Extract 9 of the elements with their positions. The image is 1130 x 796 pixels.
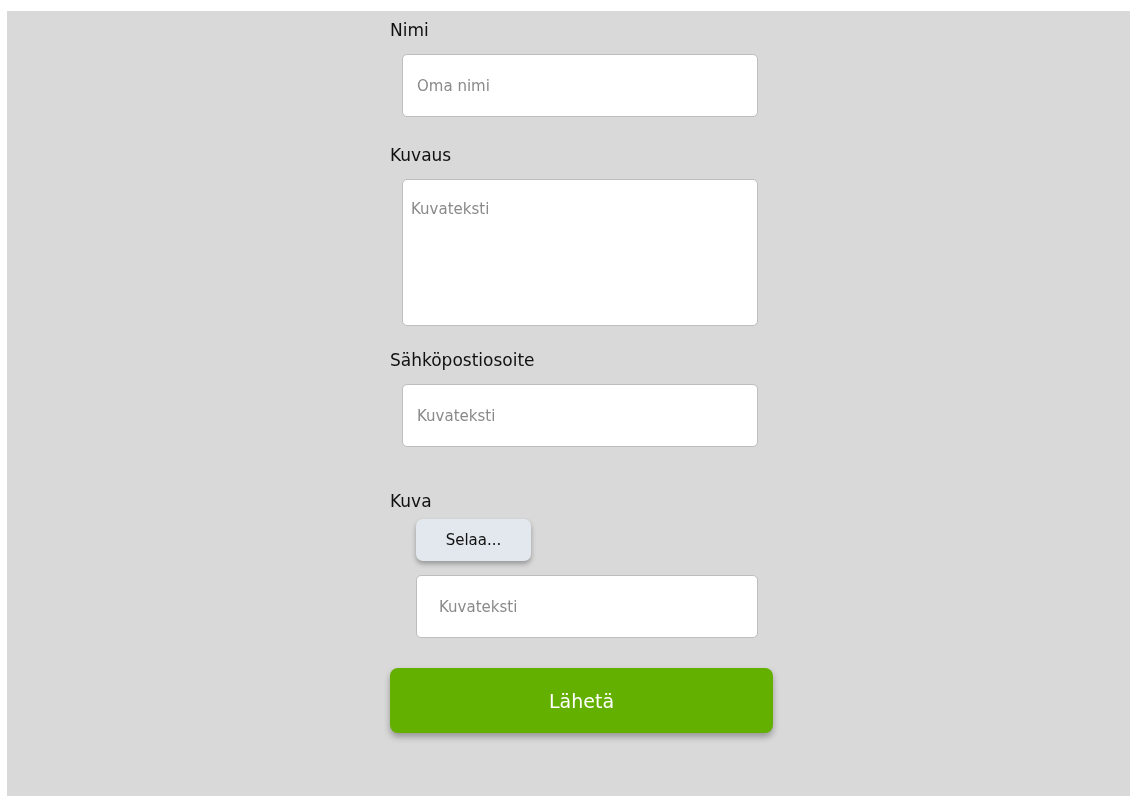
field-label: Kuvaus	[390, 144, 452, 167]
browse-button[interactable]: Selaa...	[416, 519, 531, 561]
field-label: Nimi	[390, 19, 429, 42]
input-field[interactable]: Oma nimi	[402, 54, 758, 117]
input-field[interactable]: Kuvateksti	[402, 384, 758, 447]
field-label: Kuva	[390, 490, 432, 513]
input-field[interactable]: Kuvateksti	[416, 575, 758, 638]
field-label: Sähköpostiosoite	[390, 349, 535, 372]
text-area[interactable]: Kuvateksti	[402, 179, 758, 326]
